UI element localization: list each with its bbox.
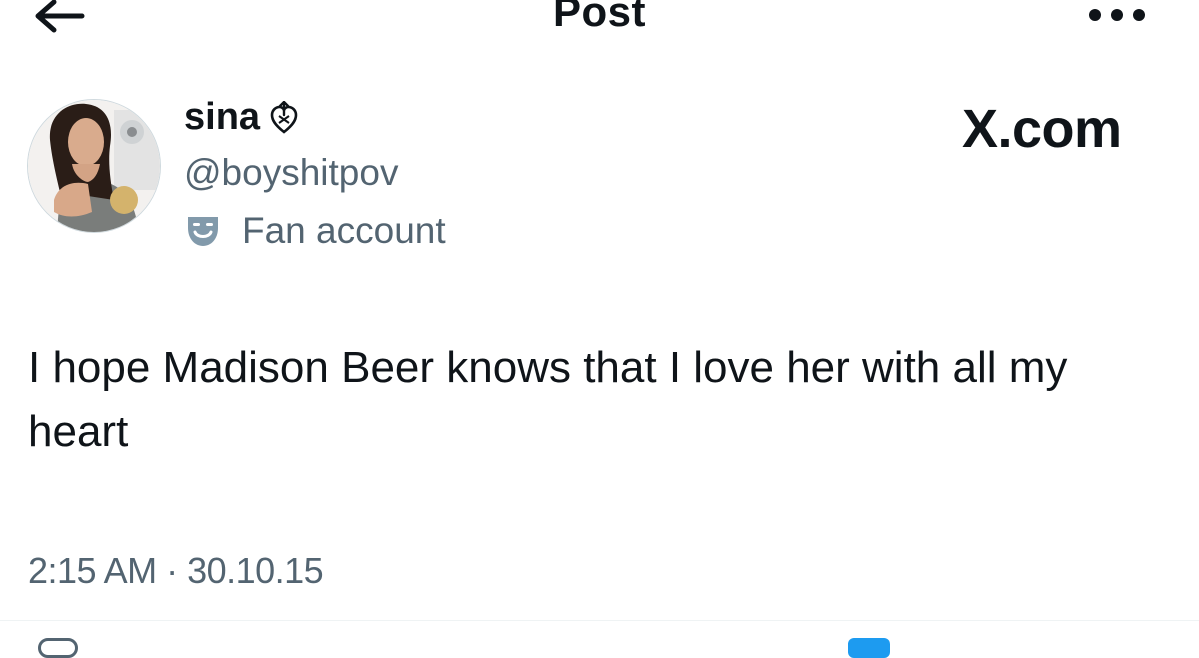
- x-com-watermark: X.com: [962, 99, 1122, 159]
- display-name-text: sina: [184, 96, 261, 138]
- page-title: Post: [552, 0, 646, 35]
- divider: [0, 620, 1199, 621]
- tweet-timestamp[interactable]: 2:15 AM · 30.10.15: [28, 550, 324, 592]
- theater-masks-icon: [188, 217, 218, 246]
- user-handle[interactable]: @boyshitpov: [184, 152, 398, 194]
- top-bar: Post: [0, 0, 1199, 60]
- bookmark-icon[interactable]: [848, 638, 890, 658]
- display-name[interactable]: sina: [184, 96, 298, 139]
- more-horizontal-icon[interactable]: [1086, 4, 1148, 26]
- avatar[interactable]: [27, 99, 161, 233]
- reply-icon[interactable]: [38, 638, 78, 658]
- affiliation-label: Fan account: [186, 210, 446, 252]
- avatar-image: [28, 100, 160, 232]
- tweet-text: I hope Madison Beer knows that I love he…: [28, 343, 1068, 456]
- affiliation-label-text: Fan account: [242, 210, 446, 251]
- heart-with-arrow-icon: [270, 100, 298, 134]
